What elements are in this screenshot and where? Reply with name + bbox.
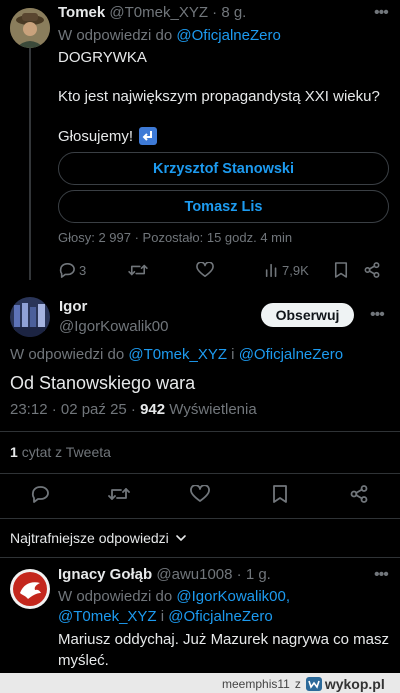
more-options-icon[interactable]: ••• [374,566,389,584]
follow-button[interactable]: Obserwuj [261,303,354,327]
share-button[interactable] [364,262,380,278]
arrow-down-emoji-icon [139,127,158,145]
retweet-button[interactable] [128,262,148,278]
avatar-tomek[interactable] [10,8,50,48]
reply-mention[interactable]: @T0mek_XYZ [58,608,157,625]
reply-mention[interactable]: @IgorKowalik00, [176,588,290,605]
divider [0,473,400,474]
tweet3-header: Ignacy Gołąb @awu1008 · 1 g. [58,566,271,583]
bookmark-icon [273,485,287,503]
tweet2-meta: 23:12 · 02 paź 25 · 942 Wyświetlenia [10,401,257,418]
tweet3-text-line1: Mariusz oddychaj. Już Mazurek nagrywa co… [58,631,389,648]
tweet1-line3: Głosujemy! [58,127,158,145]
reply-context-line2: @T0mek_XYZ i @OficjalneZero [58,608,273,625]
tweet1-header: Tomek @T0mek_XYZ · 8 g. [58,4,246,21]
divider [0,431,400,432]
tweet-time[interactable]: · 8 g. [212,4,246,21]
reply-mention[interactable]: @OficjalneZero [239,346,343,363]
share-button[interactable] [350,485,368,503]
author-handle[interactable]: @awu1008 [156,566,232,583]
heart-icon [196,262,214,278]
heart-icon [190,485,210,502]
timestamp[interactable]: 23:12 · 02 paź 25 · [10,401,136,418]
retweet-icon [108,488,130,500]
tweet1-line1: DOGRYWKA [58,49,147,66]
reply-icon [31,486,49,503]
quote-count-link[interactable]: 1 cytat z Tweeta [10,444,111,460]
avatar-igor[interactable] [10,297,50,337]
watermark-text: meemphis11 z wykop.pl [222,676,385,692]
tweet3-text-line2: myśleć. [58,652,109,669]
bookmark-button[interactable] [272,485,288,503]
divider [0,518,400,519]
bookmark-button[interactable] [334,262,348,278]
poll-footer: Głosy: 2 997 · Pozostało: 15 godz. 4 min [58,230,293,245]
share-icon [350,485,368,503]
views-button[interactable]: 7,9K [264,262,309,278]
chevron-down-icon [175,535,186,542]
tweet1-line2: Kto jest największym propagandystą XXI w… [58,88,380,105]
retweet-icon [128,264,148,276]
wykop-logo-icon [305,677,322,691]
divider [0,557,400,558]
reply-mention[interactable]: @OficjalneZero [176,27,280,44]
share-icon [364,262,380,278]
watermark-user: meemphis11 [222,677,290,691]
tweet2-author-handle[interactable]: @IgorKowalik00 [59,318,168,335]
reply-context: W odpowiedzi do @OficjalneZero [58,27,281,44]
tweet2-author-name[interactable]: Igor [59,298,87,315]
reply-button[interactable]: 3 [58,262,86,278]
reply-context: W odpowiedzi do @IgorKowalik00, [58,588,291,605]
like-button[interactable] [196,262,214,278]
retweet-button[interactable] [108,485,130,503]
tweet2-text: Od Stanowskiego wara [10,373,196,393]
avatar-ignacy[interactable] [10,569,50,609]
reply-context: W odpowiedzi do @T0mek_XYZ i @OficjalneZ… [10,346,344,363]
poll-option-2[interactable]: Tomasz Lis [58,190,389,223]
author-handle[interactable]: @T0mek_XYZ [109,4,208,21]
author-name[interactable]: Tomek [58,4,105,21]
reply-mention[interactable]: @T0mek_XYZ [128,346,227,363]
reply-mention[interactable]: @OficjalneZero [168,608,272,625]
views-icon [265,263,277,278]
more-options-icon[interactable]: ••• [370,306,385,324]
reply-icon [59,262,75,278]
watermark-site: wykop.pl [324,676,385,692]
bookmark-icon [334,262,348,278]
more-options-icon[interactable]: ••• [374,4,389,22]
views-count: 942 [140,401,166,418]
like-button[interactable] [190,485,210,503]
tweet-time[interactable]: · 1 g. [237,566,271,583]
reply-button[interactable] [30,485,50,503]
sort-replies-dropdown[interactable]: Najtrafniejsze odpowiedzi [10,530,187,546]
thread-line [29,48,31,280]
author-name[interactable]: Ignacy Gołąb [58,566,152,583]
views-label: Wyświetlenia [169,401,257,418]
poll-option-1[interactable]: Krzysztof Stanowski [58,152,389,185]
